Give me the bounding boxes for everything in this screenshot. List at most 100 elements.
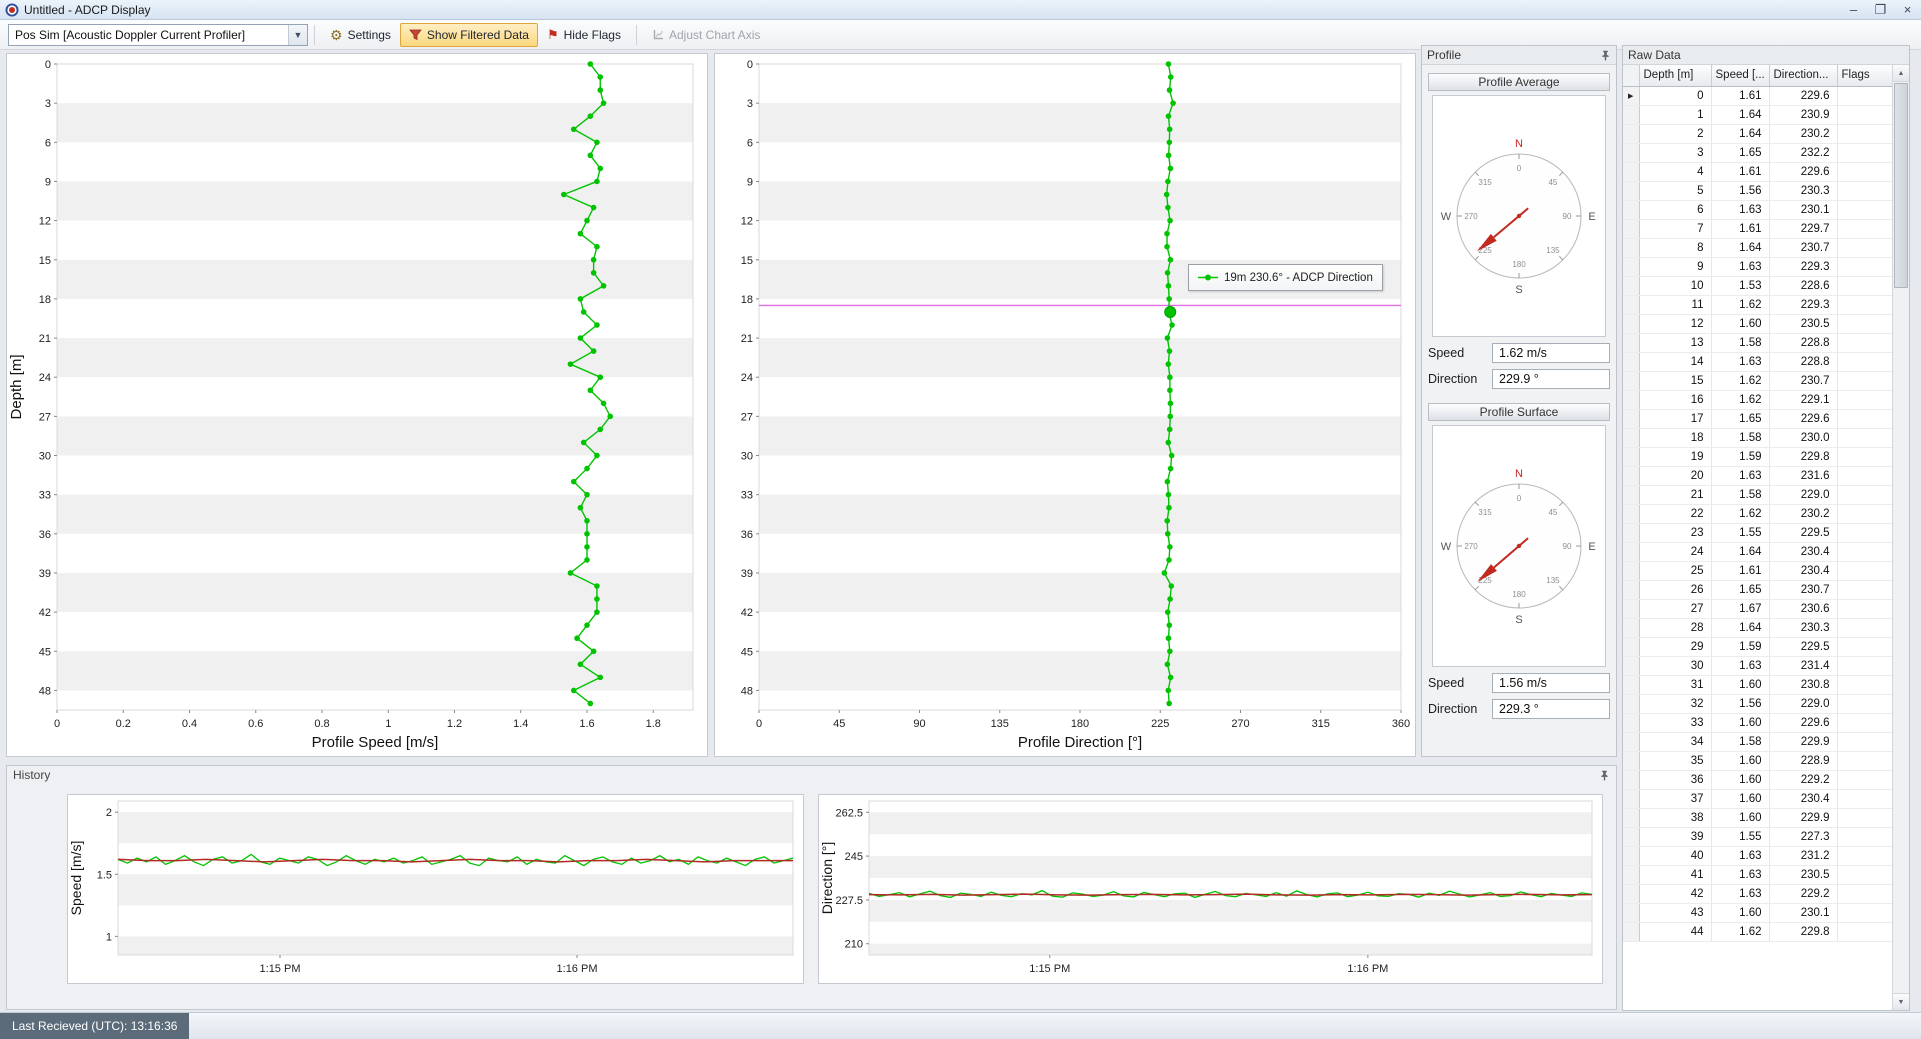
table-cell[interactable]: 228.6 <box>1769 276 1837 295</box>
table-cell[interactable] <box>1837 333 1892 352</box>
table-cell[interactable]: 29 <box>1639 637 1711 656</box>
table-cell[interactable]: 231.6 <box>1769 466 1837 485</box>
table-cell[interactable]: 230.3 <box>1769 181 1837 200</box>
table-cell[interactable]: 230.7 <box>1769 580 1837 599</box>
table-cell[interactable]: 28 <box>1639 618 1711 637</box>
table-cell[interactable]: 1.58 <box>1711 485 1769 504</box>
table-row[interactable]: 231.55229.5 <box>1623 523 1892 542</box>
table-cell[interactable]: 1.63 <box>1711 466 1769 485</box>
profile-direction-chart[interactable]: 0369121518212427303336394245480459013518… <box>714 53 1416 757</box>
table-row[interactable]: 441.62229.8 <box>1623 922 1892 941</box>
table-cell[interactable]: 1.64 <box>1711 238 1769 257</box>
table-cell[interactable]: 24 <box>1639 542 1711 561</box>
table-cell[interactable]: 6 <box>1639 200 1711 219</box>
table-row[interactable]: 121.60230.5 <box>1623 314 1892 333</box>
table-row[interactable]: 271.67230.6 <box>1623 599 1892 618</box>
table-cell[interactable]: 32 <box>1639 694 1711 713</box>
show-filtered-data-button[interactable]: Show Filtered Data <box>400 23 538 47</box>
table-cell[interactable]: 1.63 <box>1711 257 1769 276</box>
table-cell[interactable]: 1.61 <box>1711 162 1769 181</box>
maximize-button[interactable]: ❐ <box>1867 0 1894 19</box>
table-row[interactable]: 41.61229.6 <box>1623 162 1892 181</box>
table-row[interactable]: 391.55227.3 <box>1623 827 1892 846</box>
table-cell[interactable]: 230.0 <box>1769 428 1837 447</box>
table-row[interactable]: 221.62230.2 <box>1623 504 1892 523</box>
table-row[interactable]: 111.62229.3 <box>1623 295 1892 314</box>
table-row[interactable]: 61.63230.1 <box>1623 200 1892 219</box>
profile-direction-plot[interactable]: 0369121518212427303336394245480459013518… <box>715 54 1415 756</box>
table-cell[interactable]: 1.64 <box>1711 105 1769 124</box>
table-cell[interactable] <box>1837 390 1892 409</box>
table-cell[interactable] <box>1837 751 1892 770</box>
table-cell[interactable]: 43 <box>1639 903 1711 922</box>
table-row[interactable]: 281.64230.3 <box>1623 618 1892 637</box>
table-cell[interactable] <box>1837 219 1892 238</box>
column-header-direction[interactable]: Direction... <box>1769 65 1837 86</box>
table-cell[interactable] <box>1837 865 1892 884</box>
table-cell[interactable]: 37 <box>1639 789 1711 808</box>
table-cell[interactable]: 18 <box>1639 428 1711 447</box>
table-cell[interactable] <box>1837 504 1892 523</box>
table-row[interactable]: 321.56229.0 <box>1623 694 1892 713</box>
pin-icon[interactable] <box>1600 50 1611 61</box>
chevron-down-icon[interactable]: ▼ <box>288 25 307 45</box>
table-row[interactable]: 31.65232.2 <box>1623 143 1892 162</box>
table-cell[interactable]: 42 <box>1639 884 1711 903</box>
table-row[interactable]: 81.64230.7 <box>1623 238 1892 257</box>
table-cell[interactable] <box>1837 257 1892 276</box>
table-cell[interactable]: 15 <box>1639 371 1711 390</box>
table-cell[interactable]: 44 <box>1639 922 1711 941</box>
table-row[interactable]: 311.60230.8 <box>1623 675 1892 694</box>
table-cell[interactable]: 1.62 <box>1711 371 1769 390</box>
table-row[interactable]: 261.65230.7 <box>1623 580 1892 599</box>
table-cell[interactable]: 229.0 <box>1769 485 1837 504</box>
table-row[interactable]: 211.58229.0 <box>1623 485 1892 504</box>
table-cell[interactable] <box>1837 732 1892 751</box>
table-row[interactable]: 151.62230.7 <box>1623 371 1892 390</box>
table-row[interactable]: 421.63229.2 <box>1623 884 1892 903</box>
table-cell[interactable] <box>1837 922 1892 941</box>
hide-flags-button[interactable]: ⚑ Hide Flags <box>538 23 630 47</box>
table-row[interactable]: 101.53228.6 <box>1623 276 1892 295</box>
history-direction-chart[interactable]: 210227.5245262.51:15 PM1:16 PMDirection … <box>818 794 1603 984</box>
table-cell[interactable] <box>1837 466 1892 485</box>
table-cell[interactable] <box>1837 485 1892 504</box>
table-cell[interactable] <box>1837 599 1892 618</box>
table-cell[interactable]: 1.58 <box>1711 333 1769 352</box>
table-cell[interactable]: 9 <box>1639 257 1711 276</box>
table-cell[interactable]: 1.58 <box>1711 732 1769 751</box>
table-cell[interactable]: 229.8 <box>1769 447 1837 466</box>
table-cell[interactable]: 1.60 <box>1711 808 1769 827</box>
table-cell[interactable]: 1.60 <box>1711 903 1769 922</box>
table-cell[interactable]: 1.62 <box>1711 390 1769 409</box>
table-cell[interactable] <box>1837 884 1892 903</box>
table-cell[interactable]: 230.4 <box>1769 561 1837 580</box>
table-cell[interactable]: 11 <box>1639 295 1711 314</box>
table-cell[interactable] <box>1837 827 1892 846</box>
table-row[interactable]: 181.58230.0 <box>1623 428 1892 447</box>
table-cell[interactable]: 230.7 <box>1769 238 1837 257</box>
table-row[interactable]: 171.65229.6 <box>1623 409 1892 428</box>
table-cell[interactable] <box>1837 618 1892 637</box>
table-cell[interactable]: 228.9 <box>1769 751 1837 770</box>
table-cell[interactable]: 230.2 <box>1769 504 1837 523</box>
table-row[interactable]: 21.64230.2 <box>1623 124 1892 143</box>
table-cell[interactable]: 1.60 <box>1711 675 1769 694</box>
table-row[interactable]: 351.60228.9 <box>1623 751 1892 770</box>
table-cell[interactable]: 228.8 <box>1769 333 1837 352</box>
table-row[interactable]: 251.61230.4 <box>1623 561 1892 580</box>
table-row[interactable]: 371.60230.4 <box>1623 789 1892 808</box>
table-cell[interactable]: 1.59 <box>1711 447 1769 466</box>
table-cell[interactable]: 5 <box>1639 181 1711 200</box>
table-cell[interactable]: 230.4 <box>1769 789 1837 808</box>
table-row[interactable]: ▶01.61229.6 <box>1623 86 1892 105</box>
profile-speed-plot[interactable]: 03691215182124273033363942454800.20.40.6… <box>7 54 707 756</box>
table-cell[interactable] <box>1837 181 1892 200</box>
table-cell[interactable]: 33 <box>1639 713 1711 732</box>
table-cell[interactable] <box>1837 789 1892 808</box>
table-row[interactable]: 191.59229.8 <box>1623 447 1892 466</box>
table-cell[interactable]: 40 <box>1639 846 1711 865</box>
table-cell[interactable]: 1.60 <box>1711 314 1769 333</box>
table-row[interactable]: 201.63231.6 <box>1623 466 1892 485</box>
table-cell[interactable] <box>1837 143 1892 162</box>
